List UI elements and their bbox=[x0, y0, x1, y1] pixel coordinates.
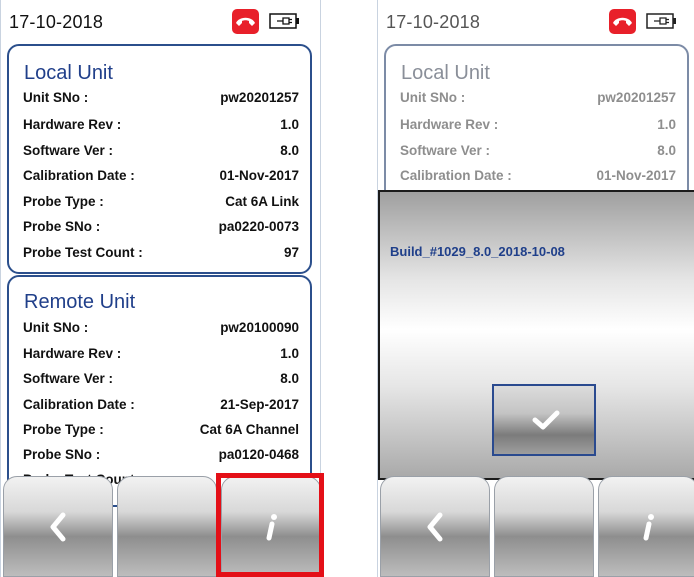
blank-button[interactable] bbox=[494, 476, 594, 577]
build-info-dialog: Build_#1029_8.0_2018-10-08 bbox=[378, 190, 694, 480]
date-display: 17-10-2018 bbox=[9, 12, 104, 32]
info-row: Unit SNo : pw20201257 bbox=[400, 90, 676, 110]
row-label: Probe SNo : bbox=[23, 447, 101, 462]
row-value: pw20100090 bbox=[220, 320, 299, 335]
ok-button[interactable] bbox=[492, 384, 596, 456]
bottom-toolbar bbox=[1, 476, 320, 577]
info-row: Probe Type : Cat 6A Channel bbox=[23, 422, 299, 442]
status-bar: 17-10-2018 bbox=[378, 0, 694, 42]
info-row: Software Ver : 8.0 bbox=[23, 371, 299, 391]
bottom-toolbar bbox=[378, 476, 694, 577]
checkmark-icon bbox=[532, 410, 560, 430]
remote-unit-title: Remote Unit bbox=[24, 291, 136, 313]
row-value: 8.0 bbox=[657, 143, 676, 158]
status-bar: 17-10-2018 bbox=[1, 0, 320, 42]
row-label: Calibration Date : bbox=[23, 168, 135, 183]
row-label: Unit SNo : bbox=[400, 90, 466, 105]
row-value: Cat 6A Channel bbox=[199, 422, 299, 437]
info-row: Software Ver : 8.0 bbox=[400, 143, 676, 163]
row-label: Calibration Date : bbox=[400, 168, 512, 183]
row-label: Probe Type : bbox=[23, 422, 104, 437]
row-label: Unit SNo : bbox=[23, 90, 89, 105]
remote-unit-panel: Remote Unit Unit SNo : pw20100090 Hardwar… bbox=[7, 275, 312, 507]
row-value: pa0220-0073 bbox=[218, 219, 299, 234]
info-row: Calibration Date : 21-Sep-2017 bbox=[23, 397, 299, 417]
row-label: Software Ver : bbox=[23, 371, 114, 386]
info-icon bbox=[643, 513, 654, 540]
back-chevron-icon bbox=[50, 512, 66, 541]
info-row: Probe Test Count : 97 bbox=[23, 245, 299, 265]
row-value: pw20201257 bbox=[220, 90, 299, 105]
back-chevron-icon bbox=[427, 512, 443, 541]
row-value: 01-Nov-2017 bbox=[219, 168, 299, 183]
row-value: pa0120-0468 bbox=[218, 447, 299, 462]
row-value: 1.0 bbox=[280, 117, 299, 132]
info-row: Calibration Date : 01-Nov-2017 bbox=[23, 168, 299, 188]
info-row: Calibration Date : 01-Nov-2017 bbox=[400, 168, 676, 188]
date-display: 17-10-2018 bbox=[386, 12, 481, 32]
row-label: Probe SNo : bbox=[23, 219, 101, 234]
local-unit-panel: Local Unit Unit SNo : pw20201257 Hardware… bbox=[7, 44, 312, 274]
info-button[interactable] bbox=[221, 476, 320, 577]
row-label: Software Ver : bbox=[400, 143, 491, 158]
info-row: Hardware Rev : 1.0 bbox=[23, 117, 299, 137]
battery-plug-icon bbox=[646, 13, 677, 29]
info-icon bbox=[266, 513, 277, 540]
info-row: Unit SNo : pw20201257 bbox=[23, 90, 299, 110]
info-button[interactable] bbox=[598, 476, 694, 577]
phone-hangup-icon bbox=[232, 9, 259, 34]
row-value: 1.0 bbox=[280, 346, 299, 361]
info-row: Probe Type : Cat 6A Link bbox=[23, 194, 299, 214]
row-value: 8.0 bbox=[280, 371, 299, 386]
back-button[interactable] bbox=[380, 476, 490, 577]
row-label: Hardware Rev : bbox=[23, 117, 122, 132]
row-value: pw20201257 bbox=[597, 90, 676, 105]
info-row: Probe SNo : pa0220-0073 bbox=[23, 219, 299, 239]
row-label: Calibration Date : bbox=[23, 397, 135, 412]
blank-button[interactable] bbox=[117, 476, 217, 577]
row-label: Unit SNo : bbox=[23, 320, 89, 335]
local-unit-title: Local Unit bbox=[401, 62, 490, 84]
back-button[interactable] bbox=[3, 476, 113, 577]
row-value: 97 bbox=[283, 245, 299, 260]
info-row: Unit SNo : pw20100090 bbox=[23, 320, 299, 340]
info-row: Hardware Rev : 1.0 bbox=[23, 346, 299, 366]
row-label: Probe Test Count : bbox=[23, 245, 143, 260]
build-version-text: Build_#1029_8.0_2018-10-08 bbox=[390, 244, 565, 259]
row-value: 8.0 bbox=[280, 143, 299, 158]
left-screen: 17-10-2018 Local Unit Unit SNo : pw202012… bbox=[0, 0, 321, 577]
row-label: Hardware Rev : bbox=[23, 346, 122, 361]
battery-plug-icon bbox=[269, 13, 300, 29]
info-row: Hardware Rev : 1.0 bbox=[400, 117, 676, 137]
info-row: Software Ver : 8.0 bbox=[23, 143, 299, 163]
row-label: Software Ver : bbox=[23, 143, 114, 158]
row-label: Probe Type : bbox=[23, 194, 104, 209]
local-unit-title: Local Unit bbox=[24, 62, 113, 84]
row-label: Hardware Rev : bbox=[400, 117, 499, 132]
row-value: 1.0 bbox=[657, 117, 676, 132]
row-value: 01-Nov-2017 bbox=[596, 168, 676, 183]
phone-hangup-icon bbox=[609, 9, 636, 34]
right-screen: 17-10-2018 Local Unit Unit SNo : pw202012… bbox=[377, 0, 694, 577]
row-value: Cat 6A Link bbox=[225, 194, 299, 209]
row-value: 21-Sep-2017 bbox=[220, 397, 299, 412]
info-row: Probe SNo : pa0120-0468 bbox=[23, 447, 299, 467]
